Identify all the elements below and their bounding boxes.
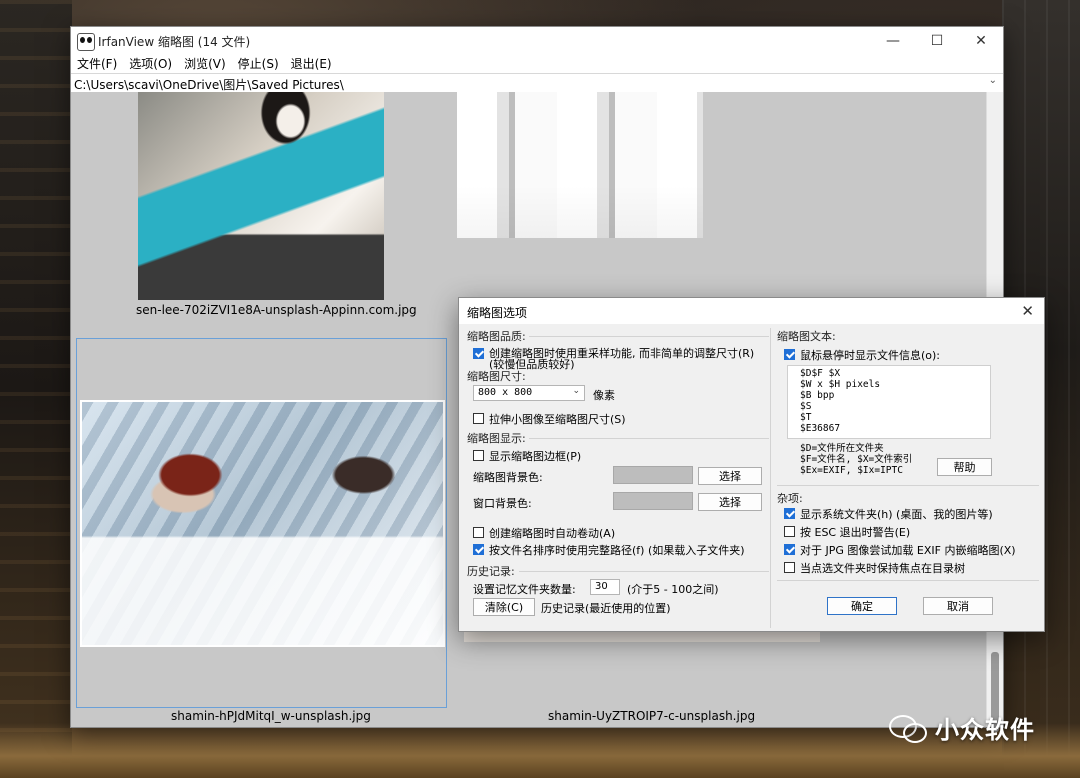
menu-file[interactable]: 文件(F): [71, 55, 123, 73]
divider: [529, 438, 769, 439]
cancel-button[interactable]: 取消: [923, 597, 993, 615]
window-bg-label: 窗口背景色:: [473, 497, 532, 510]
show-system-folders-label: 显示系统文件夹(h) (桌面、我的图片等): [800, 508, 993, 521]
desktop-wallpaper-left: [0, 0, 72, 778]
thumbnail-size-value: 800 x 800: [478, 387, 533, 398]
hover-info-template-textarea[interactable]: $D$F $X $W x $H pixels $B bpp $S $T $E36…: [787, 365, 991, 439]
history-description: 历史记录(最近使用的位置): [541, 602, 671, 615]
exif-thumbnail-label: 对于 JPG 图像尝试加载 EXIF 内嵌缩略图(X): [800, 544, 1016, 557]
template-legend: $D=文件所在文件夹: [800, 443, 884, 454]
misc-section-header: 杂项:: [777, 492, 803, 505]
show-system-folders-checkbox[interactable]: [784, 508, 795, 519]
column-divider: [770, 328, 771, 628]
history-range-hint: (介于5 - 100之间): [627, 583, 719, 596]
full-path-sort-label: 按文件名排序时使用完整路径(f) (如果载入子文件夹): [489, 544, 745, 557]
thumbnail-image[interactable]: [80, 400, 445, 647]
thumbnail-bg-swatch: [613, 466, 693, 484]
chevron-down-icon[interactable]: ⌄: [989, 75, 997, 86]
maximize-button[interactable]: ☐: [915, 27, 959, 55]
divider: [777, 485, 1039, 486]
window-titlebar[interactable]: IrfanView 缩略图 (14 文件) — ☐ ✕: [71, 27, 1003, 55]
dialog-titlebar[interactable]: 缩略图选项 ✕: [459, 298, 1044, 324]
size-section-header: 缩略图尺寸:: [467, 370, 526, 383]
dialog-close-icon[interactable]: ✕: [1021, 302, 1034, 320]
full-path-sort-checkbox[interactable]: [473, 544, 484, 555]
close-button[interactable]: ✕: [959, 27, 1003, 55]
menu-stop[interactable]: 停止(S): [232, 55, 285, 73]
folder-path-combo[interactable]: C:\Users\scavi\OneDrive\图片\Saved Picture…: [71, 73, 1003, 93]
thumbnail-caption: shamin-UyZTROIP7-c-unsplash.jpg: [548, 709, 756, 723]
resample-checkbox[interactable]: [473, 348, 484, 359]
minimize-button[interactable]: —: [871, 27, 915, 55]
wechat-icon: [889, 713, 927, 743]
thumbnail-caption: sen-lee-702iZVI1e8A-unsplash-Appinn.com.…: [136, 303, 417, 317]
chevron-down-icon: ⌄: [572, 386, 580, 396]
history-count-label: 设置记忆文件夹数量:: [473, 583, 576, 596]
menu-bar: 文件(F) 选项(O) 浏览(V) 停止(S) 退出(E): [71, 55, 1003, 73]
clear-history-button[interactable]: 清除(C): [473, 598, 535, 616]
show-border-label: 显示缩略图边框(P): [489, 450, 582, 463]
hover-info-checkbox[interactable]: [784, 349, 795, 360]
show-border-checkbox[interactable]: [473, 450, 484, 461]
exif-thumbnail-checkbox[interactable]: [784, 544, 795, 555]
history-count-value: 30: [595, 581, 608, 592]
thumbnail-size-select[interactable]: 800 x 800 ⌄: [473, 385, 585, 401]
keep-focus-tree-checkbox[interactable]: [784, 562, 795, 573]
template-legend: $Ex=EXIF, $Ix=IPTC: [800, 465, 903, 476]
autoscroll-checkbox[interactable]: [473, 527, 484, 538]
window-title: IrfanView 缩略图 (14 文件): [98, 35, 251, 49]
irfanview-app-icon: [77, 33, 95, 51]
choose-window-bg-button[interactable]: 选择: [698, 493, 762, 511]
watermark: 小众软件: [889, 710, 1035, 745]
folder-path-text: C:\Users\scavi\OneDrive\图片\Saved Picture…: [74, 78, 344, 92]
keep-focus-tree-label: 当点选文件夹时保持焦点在目录树: [800, 562, 965, 575]
menu-browse[interactable]: 浏览(V): [178, 55, 232, 73]
help-button[interactable]: 帮助: [937, 458, 992, 476]
choose-thumbnail-bg-button[interactable]: 选择: [698, 467, 762, 485]
template-line: $E36867: [800, 423, 841, 434]
thumbnail-options-dialog: 缩略图选项 ✕ 缩略图品质: 创建缩略图时使用重采样功能, 而非简单的调整尺寸(…: [458, 297, 1045, 632]
display-section-header: 缩略图显示:: [467, 432, 526, 445]
menu-options[interactable]: 选项(O): [123, 55, 178, 73]
divider: [529, 336, 769, 337]
divider: [777, 580, 1039, 581]
watermark-text: 小众软件: [935, 716, 1035, 744]
dialog-title: 缩略图选项: [467, 306, 528, 320]
template-line: $W x $H pixels: [800, 379, 881, 390]
window-bg-swatch: [613, 492, 693, 510]
ok-button[interactable]: 确定: [827, 597, 897, 615]
autoscroll-label: 创建缩略图时自动卷动(A): [489, 527, 616, 540]
esc-warning-checkbox[interactable]: [784, 526, 795, 537]
stretch-small-images-checkbox[interactable]: [473, 413, 484, 424]
size-unit-label: 像素: [593, 389, 615, 402]
thumbnail-image[interactable]: [138, 92, 384, 300]
thumbnail-caption: shamin-hPJdMitqI_w-unsplash.jpg: [171, 709, 371, 723]
thumbnail-image[interactable]: [457, 92, 703, 238]
template-line: $T: [800, 412, 812, 423]
thumbnail-bg-label: 缩略图背景色:: [473, 471, 543, 484]
template-line: $B bpp: [800, 390, 835, 401]
hover-info-label: 鼠标悬停时显示文件信息(o):: [800, 349, 941, 362]
stretch-small-images-label: 拉伸小图像至缩略图尺寸(S): [489, 413, 626, 426]
menu-exit[interactable]: 退出(E): [285, 55, 338, 73]
history-count-input[interactable]: 30: [590, 579, 620, 595]
quality-section-header: 缩略图品质:: [467, 330, 526, 343]
history-section-header: 历史记录:: [467, 565, 515, 578]
esc-warning-label: 按 ESC 退出时警告(E): [800, 526, 911, 539]
template-line: $D$F $X: [800, 368, 841, 379]
template-line: $S: [800, 401, 812, 412]
thumbnail-text-section-header: 缩略图文本:: [777, 330, 836, 343]
template-legend: $F=文件名, $X=文件索引: [800, 454, 913, 465]
divider: [519, 571, 769, 572]
